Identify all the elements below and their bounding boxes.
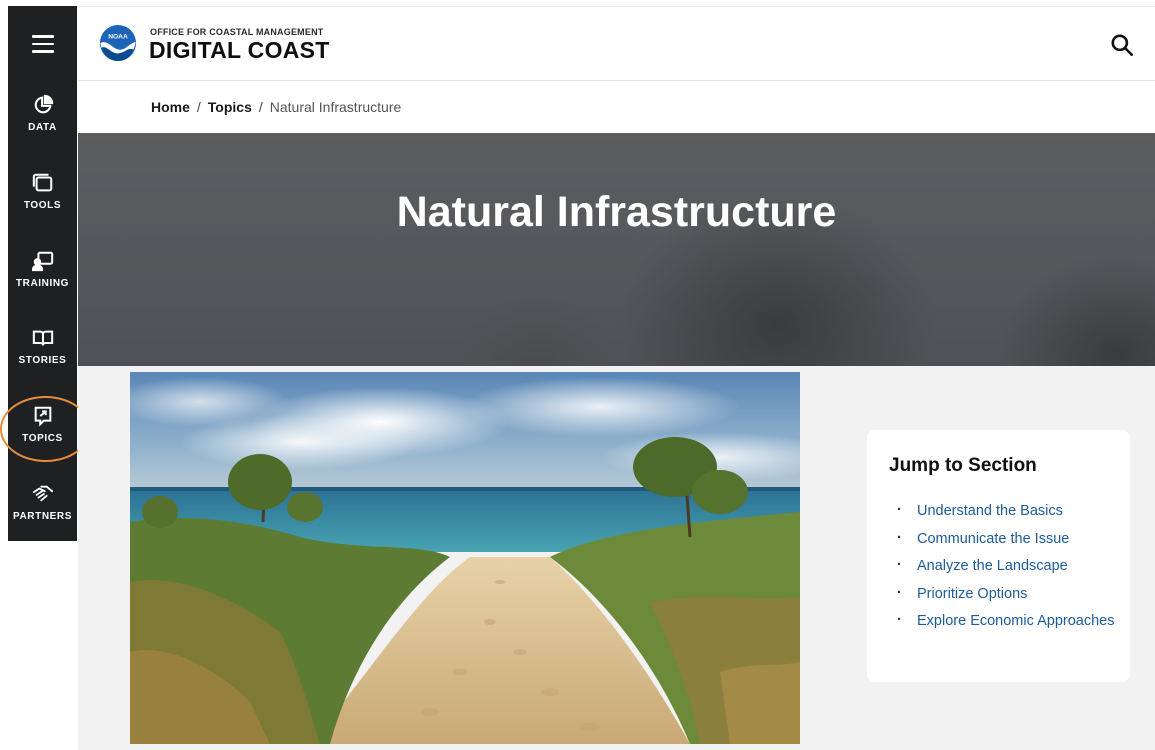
breadcrumb-home[interactable]: Home — [151, 99, 190, 115]
breadcrumb: Home / Topics / Natural Infrastructure — [151, 99, 401, 115]
sidebar-item-topics[interactable]: TOPICS — [8, 405, 77, 477]
jump-link-communicate-issue[interactable]: Communicate the Issue — [895, 529, 1120, 549]
hero-banner: Natural Infrastructure — [78, 133, 1155, 366]
jump-link-explore-economic[interactable]: Explore Economic Approaches — [895, 611, 1120, 631]
training-presenter-icon — [31, 251, 53, 272]
site-header: NOAA OFFICE FOR COASTAL MANAGEMENT DIGIT… — [78, 6, 1155, 81]
page: DATA TOOLS TRAINING STORIES TOPICS PARTN… — [0, 0, 1155, 750]
topics-arrow-box-icon — [34, 406, 51, 427]
jump-to-section-list: Understand the Basics Communicate the Is… — [895, 501, 1120, 640]
sidebar-item-label: DATA — [28, 122, 57, 133]
hamburger-icon — [31, 35, 54, 53]
sidebar-item-label: TRAINING — [15, 278, 70, 289]
breadcrumb-separator: / — [196, 99, 201, 115]
sidebar-item-stories[interactable]: STORIES — [8, 327, 77, 399]
tools-windows-icon — [32, 173, 52, 192]
main-content: Jump to Section Understand the Basics Co… — [78, 366, 1155, 750]
brand-title[interactable]: DIGITAL COAST — [149, 37, 330, 64]
breadcrumb-separator: / — [258, 99, 263, 115]
breadcrumb-current: Natural Infrastructure — [269, 99, 402, 115]
noaa-logo[interactable]: NOAA — [99, 24, 137, 62]
sidebar-item-data[interactable]: DATA — [8, 94, 77, 166]
jump-to-section-title: Jump to Section — [889, 455, 1037, 476]
menu-button[interactable] — [8, 6, 77, 82]
sidebar-item-label: PARTNERS — [12, 511, 73, 522]
handshake-icon — [32, 485, 53, 502]
jump-to-section-card: Jump to Section Understand the Basics Co… — [867, 430, 1130, 682]
sidebar-item-training[interactable]: TRAINING — [8, 250, 77, 322]
pie-chart-icon — [34, 94, 53, 114]
sidebar: DATA TOOLS TRAINING STORIES TOPICS PARTN… — [8, 6, 77, 541]
brand-subtitle: OFFICE FOR COASTAL MANAGEMENT — [150, 27, 324, 37]
beach-dune-photo — [130, 372, 800, 744]
sidebar-item-label: TOOLS — [23, 200, 62, 211]
page-title: Natural Infrastructure — [396, 188, 837, 236]
search-icon[interactable] — [1109, 32, 1135, 58]
sidebar-item-label: STORIES — [18, 355, 67, 366]
jump-link-understand-basics[interactable]: Understand the Basics — [895, 501, 1120, 521]
open-book-icon — [32, 330, 53, 346]
jump-link-analyze-landscape[interactable]: Analyze the Landscape — [895, 556, 1120, 576]
breadcrumb-topics[interactable]: Topics — [208, 99, 252, 115]
sidebar-item-label: TOPICS — [22, 433, 63, 444]
sidebar-item-partners[interactable]: PARTNERS — [8, 483, 77, 555]
jump-link-prioritize-options[interactable]: Prioritize Options — [895, 584, 1120, 604]
sidebar-item-tools[interactable]: TOOLS — [8, 172, 77, 244]
svg-text:NOAA: NOAA — [108, 33, 128, 40]
